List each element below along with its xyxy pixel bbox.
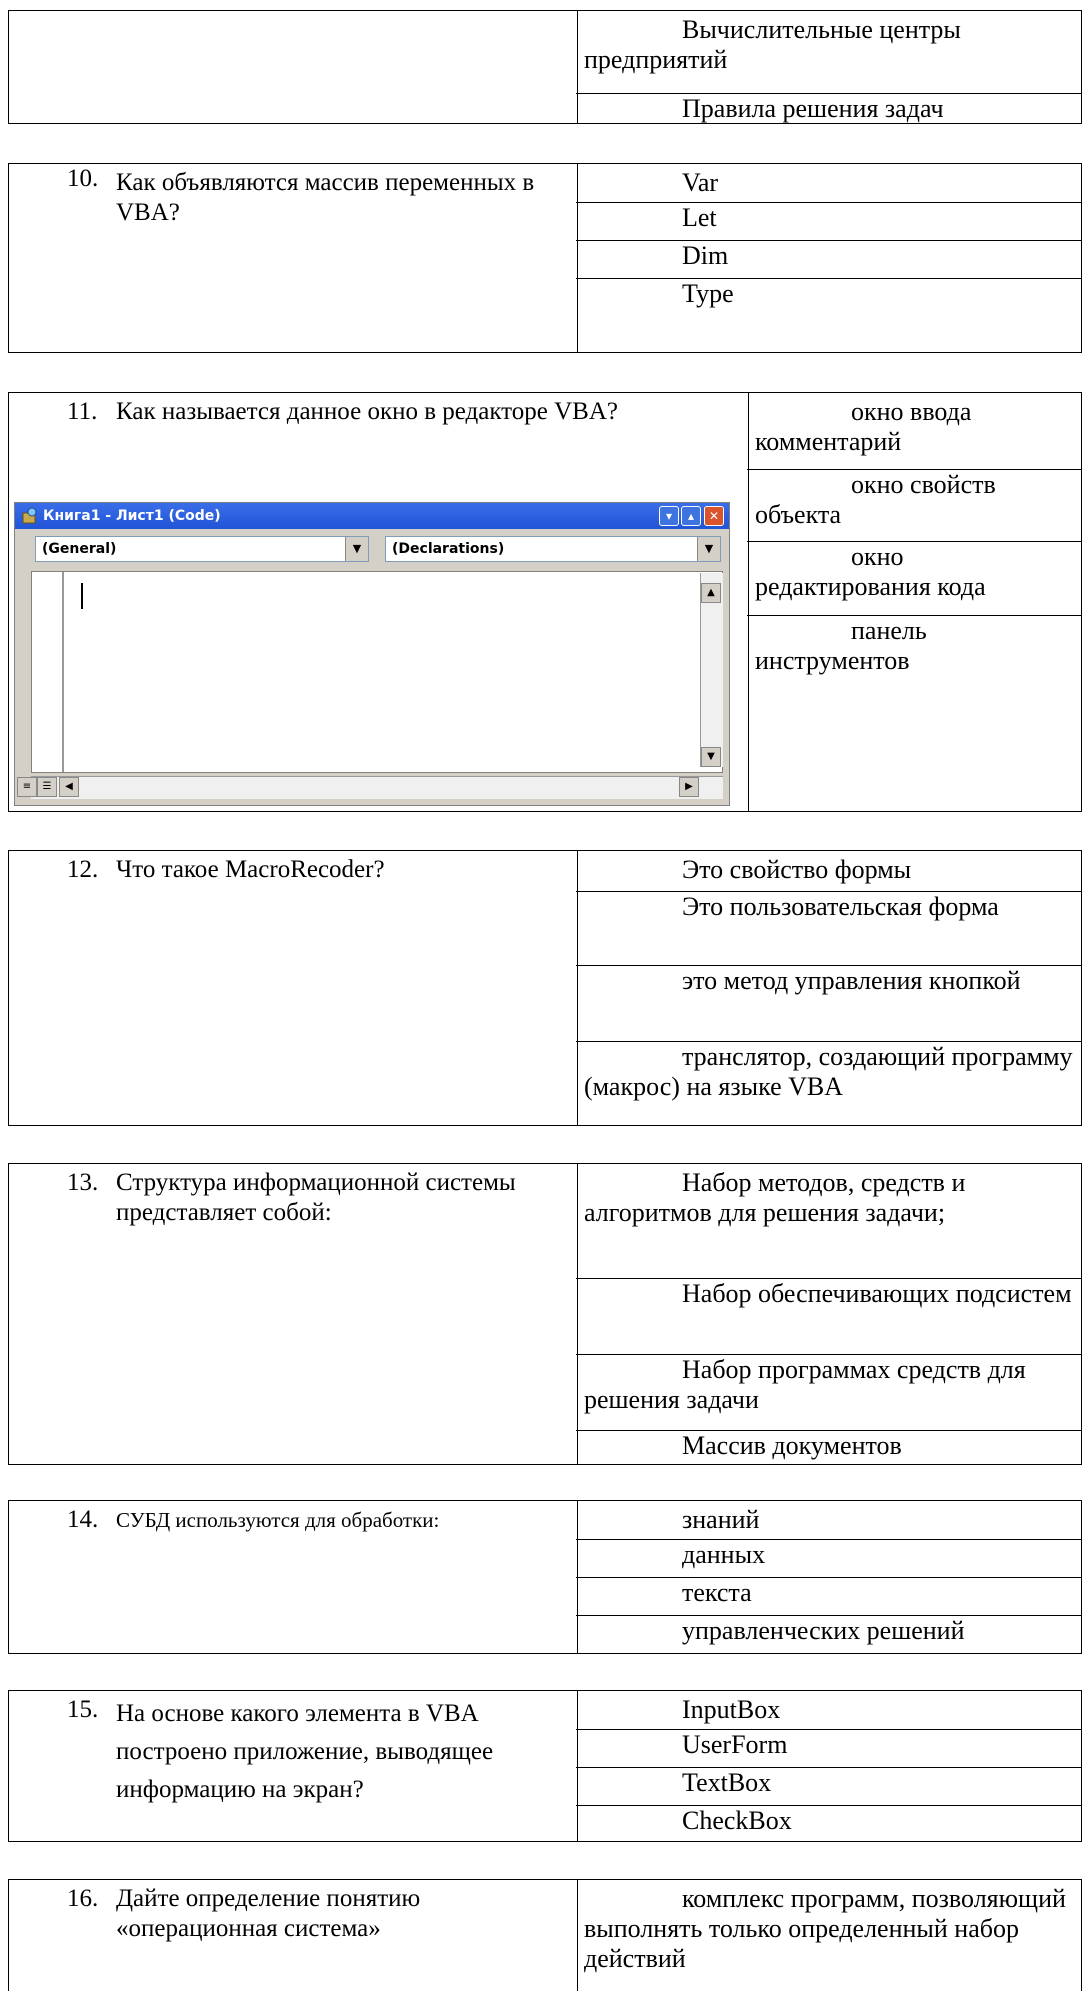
question-number: 12.: [67, 856, 99, 883]
question-number: 11.: [67, 398, 98, 425]
options-cell: знаний данных текста управленческих реше…: [576, 1501, 1081, 1653]
vba-module-icon: [22, 507, 37, 524]
option-3[interactable]: панель инструментов: [747, 615, 1081, 813]
chevron-down-icon[interactable]: ▼: [345, 537, 368, 561]
options-cell: InputBox UserForm TextBox CheckBox: [576, 1691, 1081, 1841]
option-1[interactable]: Правила решения задач: [576, 93, 1081, 125]
option-1[interactable]: Let: [576, 202, 1081, 240]
question-number: 10.: [67, 165, 99, 192]
option-2[interactable]: TextBox: [576, 1767, 1081, 1805]
options-cell: комплекс программ, позволяющий выполнять…: [576, 1880, 1081, 1991]
option-3[interactable]: Type: [576, 278, 1081, 354]
options-cell: Var Let Dim Type: [576, 164, 1081, 352]
option-1[interactable]: Набор обеспечивающих подсистем: [576, 1278, 1081, 1354]
question-number: 13.: [67, 1169, 99, 1196]
question-16-table: 16. Дайте определение понятию «операцион…: [8, 1879, 1082, 1991]
options-cell: Вычислительные центры предприятий Правил…: [576, 11, 1081, 123]
procedure-combo-value: (Declarations): [392, 541, 505, 557]
question-text: Как объявляются массив переменных в VBA?: [116, 169, 535, 226]
option-2[interactable]: это метод управления кнопкой: [576, 965, 1081, 1041]
options-cell: окно ввода комментарий окно свойств объе…: [747, 393, 1081, 811]
question-15-table: 15. На основе какого элемента в VBA пост…: [8, 1690, 1082, 1842]
option-2[interactable]: Dim: [576, 240, 1081, 278]
procedure-combo[interactable]: (Declarations) ▼: [385, 536, 721, 562]
option-0[interactable]: Var: [576, 168, 1081, 202]
question-cell: 13. Структура информационной системы пре…: [9, 1164, 578, 1464]
question-cell: 12. Что такое MacroRecoder?: [9, 851, 578, 1125]
question-number: 16.: [67, 1885, 99, 1912]
question-number: 15.: [67, 1696, 99, 1723]
options-cell: Это свойство формы Это пользовательская …: [576, 851, 1081, 1125]
question-text: Как называется данное окно в редакторе V…: [116, 398, 619, 425]
option-2[interactable]: окно редактирования кода: [747, 541, 1081, 615]
option-2[interactable]: текста: [576, 1577, 1081, 1615]
chevron-down-icon[interactable]: ▼: [697, 537, 720, 561]
text-caret: [81, 583, 83, 609]
option-3[interactable]: транслятор, создающий программу (макрос)…: [576, 1041, 1081, 1127]
scroll-up-icon[interactable]: ▲: [701, 583, 721, 603]
full-module-view-icon[interactable]: ☰: [37, 777, 57, 797]
option-3[interactable]: управленческих решений: [576, 1615, 1081, 1655]
answer-table-continued: Вычислительные центры предприятий Правил…: [8, 10, 1082, 124]
vertical-scrollbar[interactable]: ▲ ▼: [700, 573, 723, 767]
option-3[interactable]: CheckBox: [576, 1805, 1081, 1843]
option-1[interactable]: окно свойств объекта: [747, 469, 1081, 541]
scroll-down-icon[interactable]: ▼: [701, 747, 721, 767]
question-text: СУБД используются для обработки:: [116, 1508, 440, 1532]
option-3[interactable]: Массив документов: [576, 1430, 1081, 1466]
object-combo[interactable]: (General) ▼: [35, 536, 369, 562]
question-number: 14.: [67, 1506, 99, 1533]
question-cell-empty: [9, 11, 578, 123]
vba-code-window: Книга1 - Лист1 (Code) ▾ ▴ ✕ (General) ▼ …: [14, 502, 730, 806]
question-cell: 15. На основе какого элемента в VBA пост…: [9, 1691, 578, 1841]
option-0[interactable]: InputBox: [576, 1695, 1081, 1729]
question-text: Что такое MacroRecoder?: [116, 856, 385, 883]
window-titlebar[interactable]: Книга1 - Лист1 (Code) ▾ ▴ ✕: [15, 503, 729, 529]
option-1[interactable]: данных: [576, 1539, 1081, 1577]
window-title: Книга1 - Лист1 (Code): [43, 508, 221, 524]
question-12-table: 12. Что такое MacroRecoder? Это свойство…: [8, 850, 1082, 1126]
question-cell: 10. Как объявляются массив переменных в …: [9, 164, 578, 352]
option-2[interactable]: Набор программах средств для решения зад…: [576, 1354, 1081, 1430]
option-0[interactable]: окно ввода комментарий: [747, 397, 1081, 469]
option-0[interactable]: Это свойство формы: [576, 855, 1081, 891]
object-combo-value: (General): [42, 541, 117, 557]
option-1[interactable]: UserForm: [576, 1729, 1081, 1767]
question-text: На основе какого элемента в VBA построен…: [116, 1700, 494, 1803]
option-0[interactable]: комплекс программ, позволяющий выполнять…: [576, 1884, 1081, 1992]
question-13-table: 13. Структура информационной системы пре…: [8, 1163, 1082, 1465]
horizontal-scrollbar[interactable]: ≡ ☰ ◀ ▶: [17, 776, 723, 799]
options-cell: Набор методов, средств и алгоритмов для …: [576, 1164, 1081, 1464]
code-editor[interactable]: [31, 571, 723, 773]
question-text: Структура информационной системы предста…: [116, 1169, 516, 1226]
scroll-right-icon[interactable]: ▶: [679, 777, 699, 797]
scroll-left-icon[interactable]: ◀: [59, 777, 79, 797]
minimize-icon[interactable]: ▾: [659, 506, 679, 526]
question-cell: 14. СУБД используются для обработки:: [9, 1501, 578, 1653]
margin-indicator-bar: [32, 572, 64, 772]
question-text: Дайте определение понятию «операционная …: [116, 1885, 421, 1942]
maximize-icon[interactable]: ▴: [681, 506, 701, 526]
option-0[interactable]: Набор методов, средств и алгоритмов для …: [576, 1168, 1081, 1278]
question-14-table: 14. СУБД используются для обработки: зна…: [8, 1500, 1082, 1654]
procedure-view-icon[interactable]: ≡: [17, 777, 37, 797]
option-1[interactable]: Это пользовательская форма: [576, 891, 1081, 965]
option-0[interactable]: Вычислительные центры предприятий: [576, 15, 1081, 89]
question-10-table: 10. Как объявляются массив переменных в …: [8, 163, 1082, 353]
close-icon[interactable]: ✕: [704, 506, 724, 526]
option-0[interactable]: знаний: [576, 1505, 1081, 1539]
question-cell: 16. Дайте определение понятию «операцион…: [9, 1880, 578, 1991]
